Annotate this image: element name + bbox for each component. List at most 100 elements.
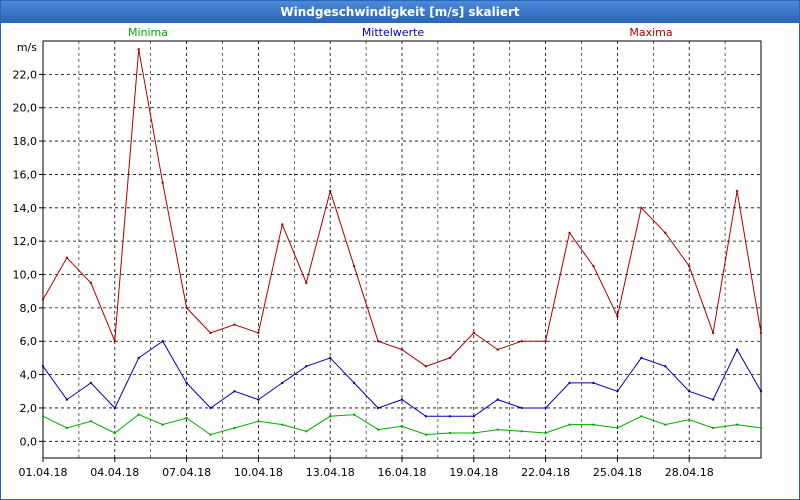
y-tick-label: 22,0 (13, 68, 38, 81)
data-point-maxima (41, 298, 45, 301)
data-point-mittelwerte (640, 356, 643, 360)
data-point-minima (472, 431, 475, 435)
data-point-maxima (305, 281, 308, 285)
x-tick-label: 16.04.18 (378, 466, 427, 479)
data-point-minima (544, 431, 547, 435)
data-point-minima (520, 430, 523, 433)
data-point-minima (568, 423, 571, 426)
data-point-minima (137, 413, 140, 416)
data-point-maxima (281, 223, 284, 226)
data-point-mittelwerte (376, 406, 380, 410)
data-point-maxima (137, 48, 140, 51)
y-tick-label: 10,0 (13, 269, 38, 282)
data-point-mittelwerte (759, 390, 763, 393)
data-point-mittelwerte (735, 348, 739, 351)
data-point-maxima (209, 331, 212, 335)
data-point-minima (448, 431, 452, 435)
x-tick-label: 04.04.18 (90, 466, 139, 479)
data-point-maxima (448, 356, 452, 360)
data-point-mittelwerte (568, 381, 571, 385)
y-tick-label: 16,0 (13, 168, 38, 181)
data-point-mittelwerte (472, 415, 475, 418)
wind-speed-chart: 0,0 2,0 4,0 6,0 8,0 10,0 12,0 14,0 16,0 18,0 20,0 2… (13, 26, 763, 479)
data-point-minima (305, 430, 308, 433)
data-point-mittelwerte (257, 398, 260, 401)
data-point-mittelwerte (185, 381, 188, 385)
data-point-mittelwerte (233, 390, 236, 393)
data-point-mittelwerte (520, 406, 523, 410)
data-point-maxima (592, 264, 595, 268)
data-point-maxima (65, 256, 69, 260)
data-point-maxima (376, 340, 380, 343)
y-tick-label: 14,0 (13, 202, 38, 215)
data-point-maxima (616, 315, 619, 318)
y-axis-unit-label: m/s (17, 41, 37, 54)
data-point-minima (352, 413, 356, 416)
data-point-minima (281, 423, 284, 426)
data-point-minima (688, 418, 691, 421)
data-point-mittelwerte (448, 415, 452, 418)
data-point-mittelwerte (616, 390, 619, 393)
data-point-minima (735, 423, 739, 426)
chart-window: Windgeschwindigkeit [m/s] skaliert 0,0 2,… (0, 0, 800, 500)
data-point-maxima (329, 189, 332, 193)
data-point-mittelwerte (496, 398, 499, 401)
data-point-maxima (520, 340, 523, 343)
data-point-minima (616, 426, 619, 430)
data-point-mittelwerte (711, 398, 715, 401)
data-point-maxima (496, 348, 499, 351)
x-tick-label: 10.04.18 (234, 466, 283, 479)
data-point-maxima (400, 348, 404, 351)
data-point-maxima (233, 323, 236, 326)
data-point-minima (41, 415, 45, 418)
x-tick-label: 07.04.18 (162, 466, 211, 479)
x-tick-label: 19.04.18 (449, 466, 498, 479)
data-point-minima (592, 423, 595, 426)
x-tick-label: 22.04.18 (521, 466, 570, 479)
data-point-mittelwerte (352, 381, 356, 385)
y-tick-label: 12,0 (13, 235, 38, 248)
data-point-minima (233, 426, 236, 430)
data-point-maxima (352, 264, 356, 268)
data-point-mittelwerte (65, 398, 69, 401)
data-point-minima (89, 420, 93, 423)
y-tick-label: 18,0 (13, 135, 38, 148)
data-point-minima (161, 423, 164, 426)
y-tick-label: 6,0 (20, 335, 38, 348)
y-tick-label: 2,0 (20, 402, 38, 415)
data-point-mittelwerte (400, 398, 404, 401)
data-point-mittelwerte (209, 406, 212, 410)
y-tick-label: 8,0 (20, 302, 38, 315)
data-point-minima (400, 425, 404, 428)
data-point-maxima (735, 189, 739, 193)
data-point-mittelwerte (89, 381, 93, 385)
data-point-minima (711, 426, 715, 430)
data-point-maxima (424, 365, 428, 368)
data-point-mittelwerte (544, 406, 547, 410)
data-point-minima (424, 433, 428, 436)
y-tick-label: 4,0 (20, 369, 38, 382)
data-point-maxima (568, 231, 571, 235)
data-point-mittelwerte (41, 365, 45, 368)
legend-maxima: Maxima (629, 26, 672, 39)
data-point-maxima (472, 331, 475, 335)
data-point-minima (376, 428, 380, 431)
data-point-maxima (185, 306, 188, 310)
x-tick-label: 13.04.18 (306, 466, 355, 479)
data-point-minima (185, 416, 188, 420)
data-point-maxima (161, 181, 164, 184)
data-point-maxima (640, 206, 643, 209)
x-tick-label: 25.04.18 (593, 466, 642, 479)
data-point-maxima (89, 281, 93, 285)
data-point-mittelwerte (329, 356, 332, 360)
data-point-mittelwerte (424, 415, 428, 418)
data-point-mittelwerte (688, 390, 691, 393)
y-tick-label: 20,0 (13, 102, 38, 115)
data-point-maxima (257, 331, 260, 335)
data-point-minima (209, 433, 212, 436)
data-point-mittelwerte (592, 381, 595, 385)
data-point-mittelwerte (281, 381, 284, 385)
data-point-maxima (759, 331, 763, 335)
data-point-maxima (664, 231, 667, 235)
data-point-maxima (544, 340, 547, 343)
